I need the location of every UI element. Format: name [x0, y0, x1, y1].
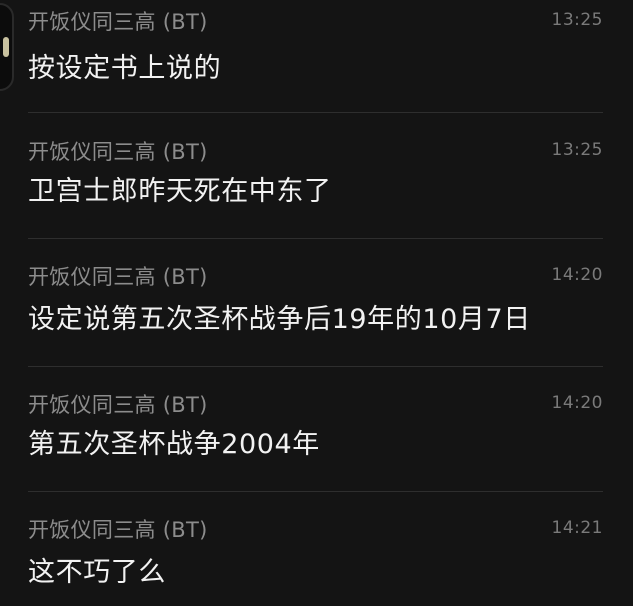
sender-name: 开饭仪同三高 (BT): [28, 518, 208, 542]
message-time: 14:20: [551, 265, 603, 285]
sender-name: 开饭仪同三高 (BT): [28, 393, 208, 417]
sender-name: 开饭仪同三高 (BT): [28, 265, 208, 289]
message-time: 14:21: [551, 518, 603, 538]
message-time: 13:25: [551, 140, 603, 160]
avatar[interactable]: [0, 3, 14, 91]
message-text: 设定说第五次圣杯战争后19年的10月7日: [28, 304, 531, 335]
message-text: 卫宫士郎昨天死在中东了: [28, 176, 332, 207]
sender-name: 开饭仪同三高 (BT): [28, 140, 208, 164]
message-time: 13:25: [551, 10, 603, 30]
divider: [28, 491, 603, 492]
message-time: 14:20: [551, 393, 603, 413]
divider: [28, 366, 603, 367]
divider: [28, 112, 603, 113]
divider: [28, 238, 603, 239]
message-text: 按设定书上说的: [28, 53, 222, 84]
chat-message-list: 开饭仪同三高 (BT) 13:25 按设定书上说的 开饭仪同三高 (BT) 13…: [0, 0, 633, 606]
message-text: 第五次圣杯战争2004年: [28, 429, 320, 460]
sender-name: 开饭仪同三高 (BT): [28, 10, 208, 34]
message-text: 这不巧了么: [28, 557, 166, 588]
